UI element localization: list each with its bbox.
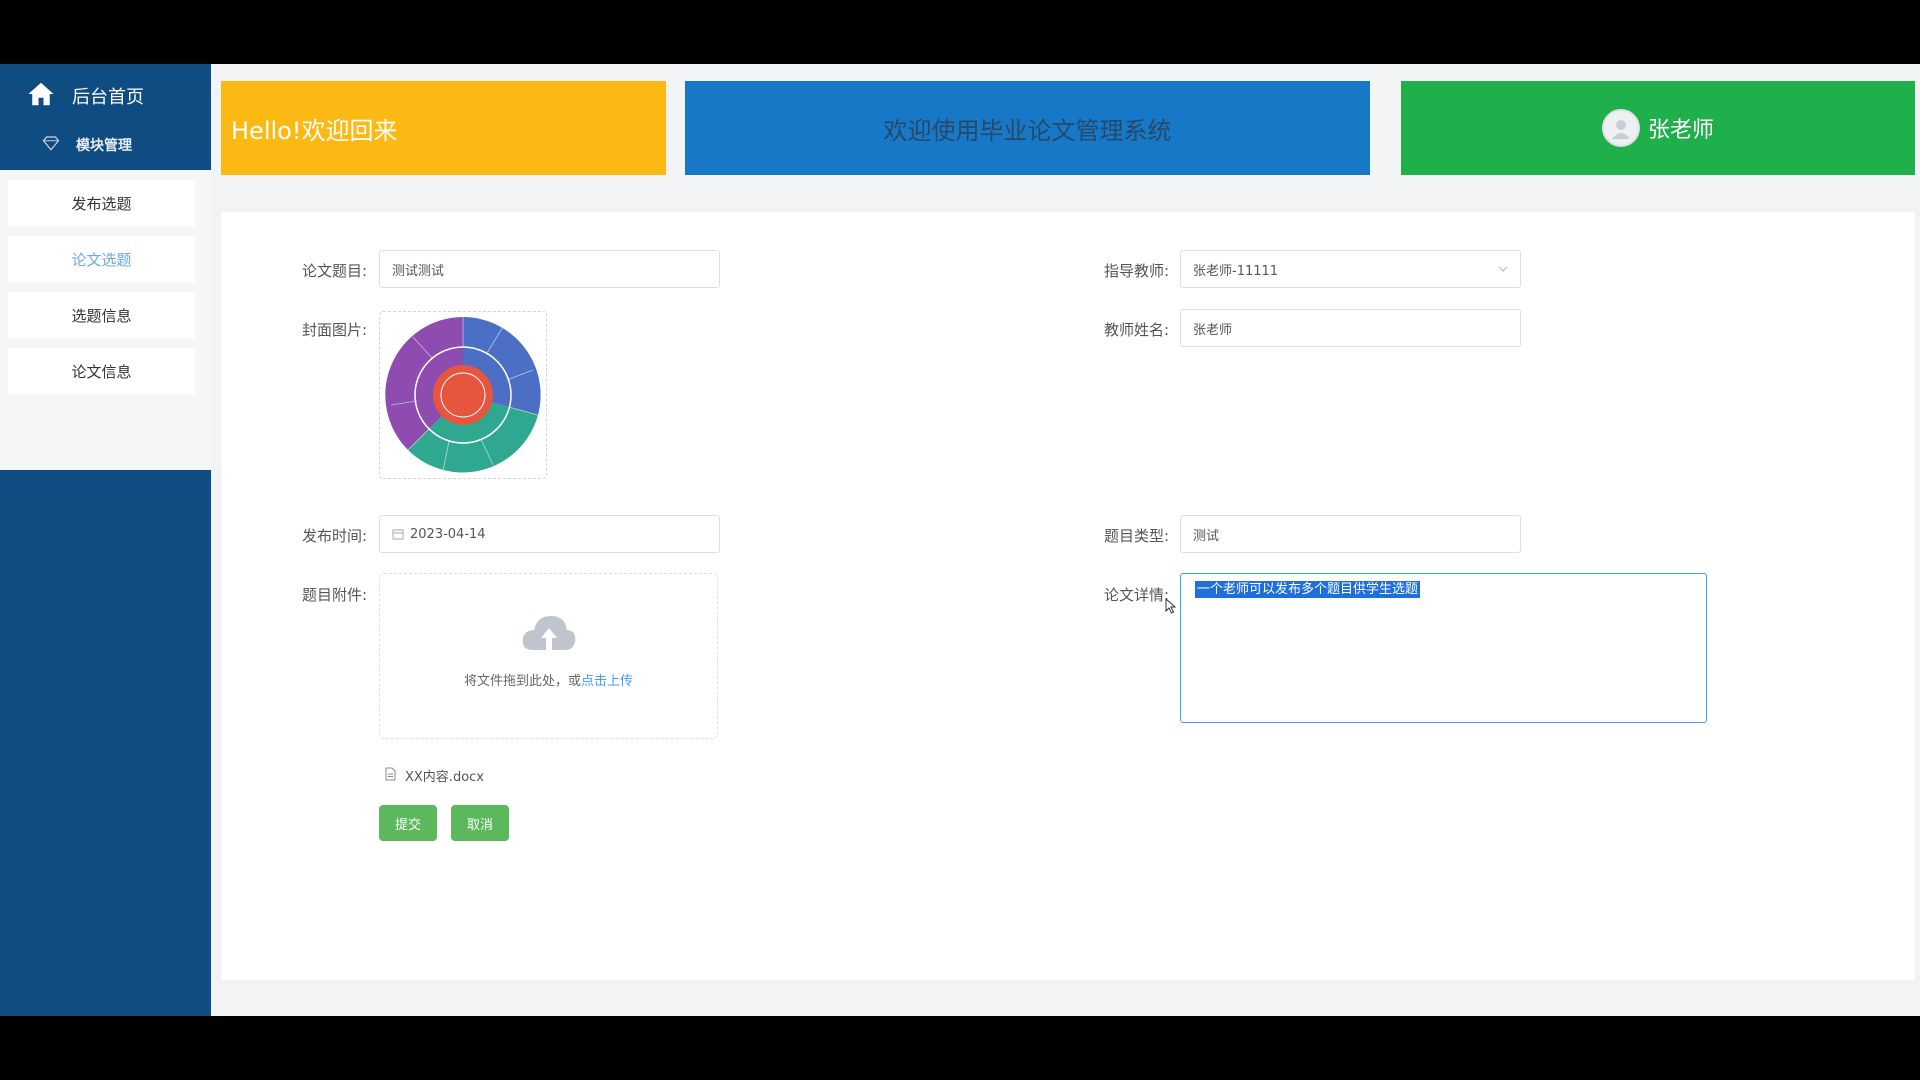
sidebar-header: 后台首页 模块管理	[0, 64, 211, 170]
details-textarea[interactable]: 一个老师可以发布多个题目供学生选题	[1180, 573, 1707, 723]
sidebar-module-management[interactable]: 模块管理	[42, 134, 132, 156]
welcome-back-banner: Hello!欢迎回来	[221, 81, 666, 175]
teacher-name-input[interactable]: 张老师	[1180, 309, 1521, 347]
cancel-button[interactable]: 取消	[451, 805, 510, 841]
module-label: 模块管理	[76, 138, 132, 154]
user-name: 张老师	[1647, 118, 1714, 143]
cover-wheel-image	[385, 317, 541, 473]
user-banner[interactable]: 张老师	[1401, 81, 1915, 175]
advisor-value: 张老师-11111	[1193, 263, 1279, 279]
sidebar-item-thesis-topic[interactable]: 论文选题	[8, 236, 195, 282]
sidebar-home[interactable]: 后台首页	[26, 78, 144, 114]
diamond-icon	[42, 134, 60, 156]
calendar-icon	[392, 528, 404, 540]
document-icon	[383, 767, 405, 785]
sidebar: 后台首页 模块管理 发布选题 论文选题 选题信息 论文信息	[0, 64, 211, 1016]
publish-date-picker[interactable]: 2023-04-14	[379, 515, 720, 553]
sidebar-item-publish-topic[interactable]: 发布选题	[8, 180, 195, 226]
avatar	[1601, 109, 1640, 147]
sidebar-menu: 发布选题 论文选题 选题信息 论文信息	[0, 170, 211, 470]
system-title: 欢迎使用毕业论文管理系统	[883, 116, 1172, 145]
title-input[interactable]: 测试测试	[379, 250, 720, 288]
title-label: 论文题目:	[301, 262, 367, 280]
topic-type-label: 题目类型:	[1103, 527, 1169, 545]
teacher-name-label: 教师姓名:	[1103, 321, 1169, 339]
submit-button[interactable]: 提交	[379, 805, 438, 841]
advisor-select[interactable]: 张老师-11111	[1180, 250, 1521, 288]
chevron-down-icon	[1498, 263, 1508, 273]
attachment-dropzone[interactable]: 将文件拖到此处，或点击上传	[379, 573, 718, 739]
publish-date-value: 2023-04-14	[410, 526, 486, 542]
mouse-pointer-icon	[1165, 597, 1177, 614]
advisor-label: 指导教师:	[1103, 262, 1169, 280]
home-label: 后台首页	[72, 87, 144, 108]
sidebar-item-topic-info[interactable]: 选题信息	[8, 292, 195, 338]
cover-image[interactable]	[379, 311, 547, 479]
details-label: 论文详情:	[1103, 586, 1169, 604]
publish-time-label: 发布时间:	[301, 527, 367, 545]
attachment-label: 题目附件:	[301, 586, 367, 604]
click-upload-link[interactable]: 点击上传	[581, 674, 633, 689]
app-screen: 后台首页 模块管理 发布选题 论文选题 选题信息 论文信息 Hello!欢迎回来…	[0, 64, 1920, 1016]
sidebar-item-thesis-info[interactable]: 论文信息	[8, 348, 195, 394]
cover-label: 封面图片:	[301, 321, 367, 339]
file-name: XX内容.docx	[405, 770, 484, 785]
upload-cloud-icon	[380, 610, 717, 660]
details-selected-text: 一个老师可以发布多个题目供学生选题	[1195, 581, 1421, 598]
home-icon	[26, 79, 56, 113]
system-title-banner: 欢迎使用毕业论文管理系统	[685, 81, 1370, 175]
hello-text: Hello!欢迎回来	[231, 116, 398, 145]
upload-hint-text: 将文件拖到此处，或	[463, 674, 581, 689]
uploaded-file[interactable]: XX内容.docx	[383, 766, 484, 785]
upload-hint: 将文件拖到此处，或点击上传	[380, 670, 717, 689]
topic-form: 论文题目: 测试测试 封面图片: 发布时间: 2023-04-14 题目附件: …	[221, 212, 1915, 980]
topic-type-input[interactable]: 测试	[1180, 515, 1521, 553]
